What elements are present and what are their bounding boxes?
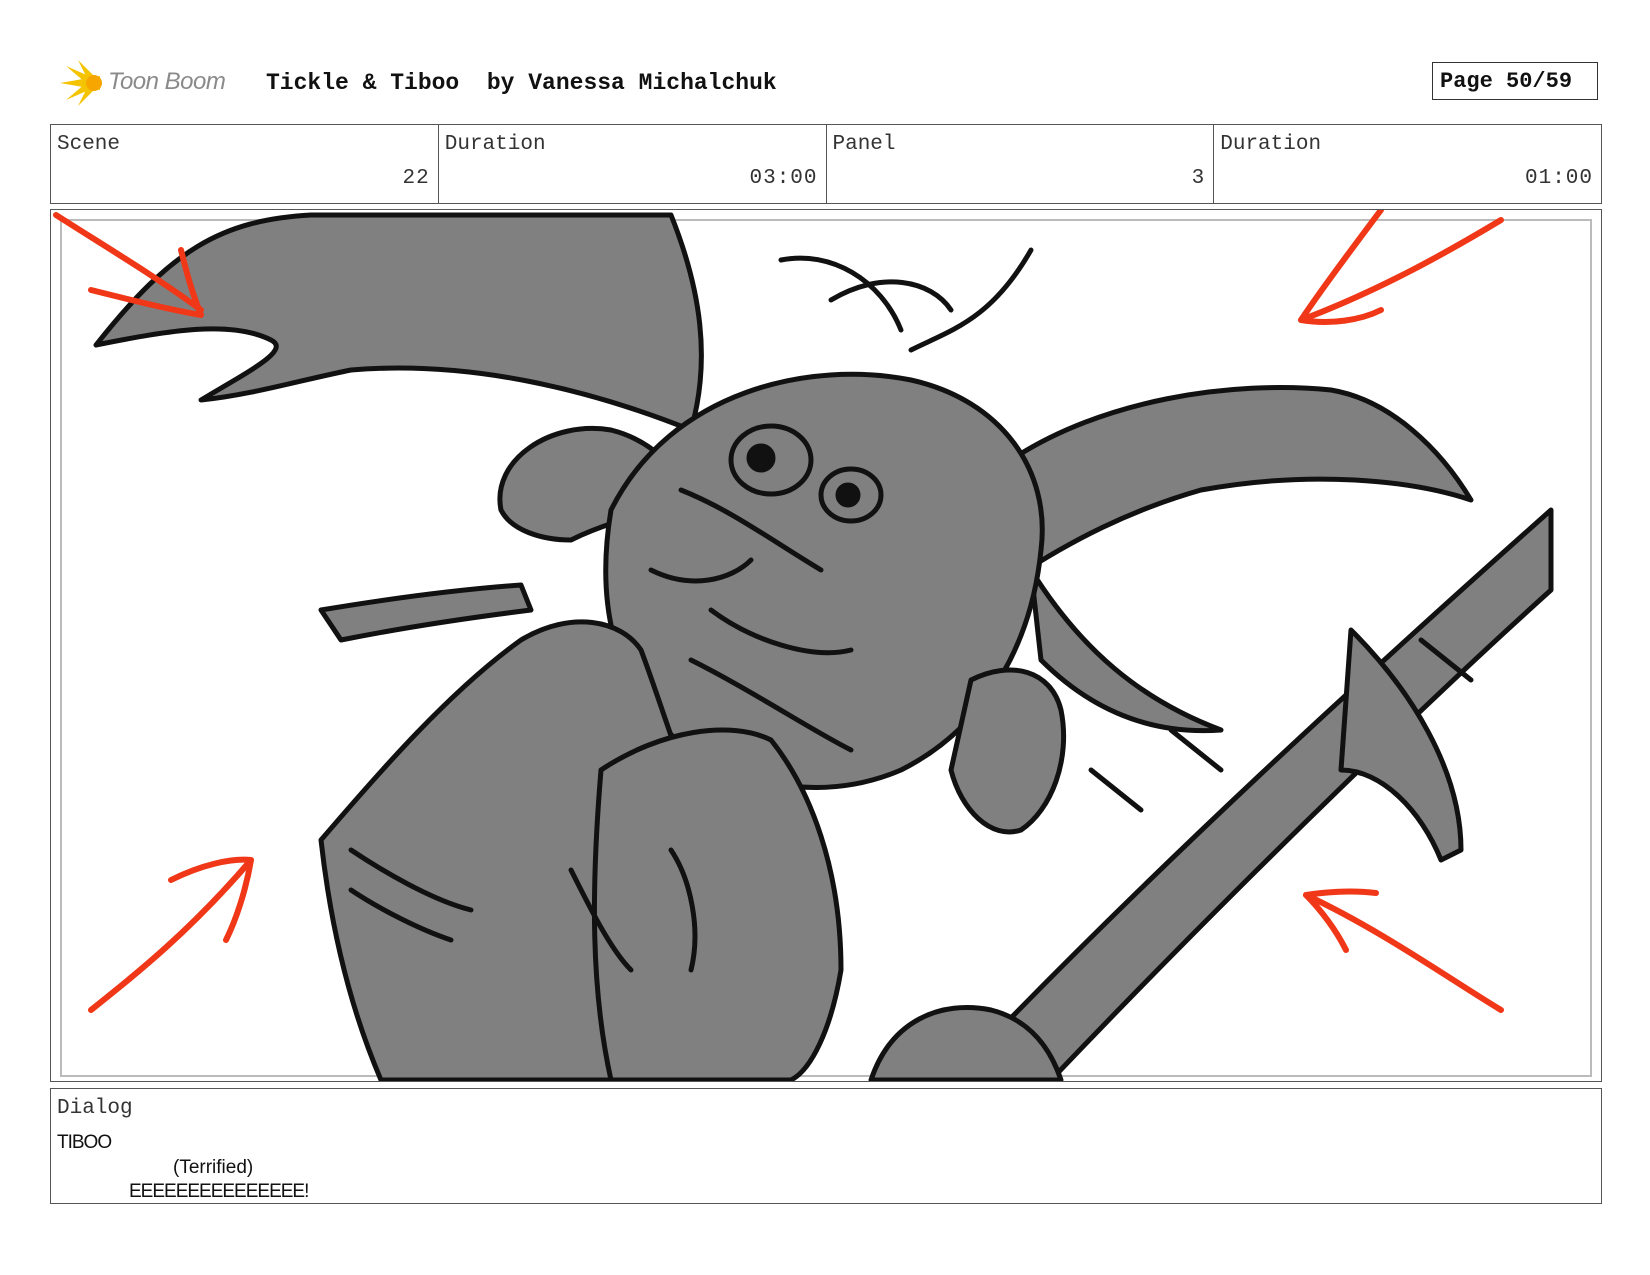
- page-number: Page 50/59: [1440, 69, 1573, 94]
- page-header: Toon Boom Tickle & Tiboo by Vanessa Mich…: [52, 58, 1602, 108]
- panel-duration-label: Duration: [1220, 133, 1322, 156]
- panel-label: Panel: [832, 133, 896, 156]
- scene-duration-cell: Duration 03:00: [439, 125, 827, 203]
- burst-icon: [60, 60, 102, 106]
- dialog-parenthetical: (Terrified): [173, 1157, 254, 1178]
- dialog-line: EEEEEEEEEEEEEEE!: [129, 1181, 309, 1202]
- dialog-character: TIBOO: [57, 1132, 112, 1153]
- page-indicator: Page 50/59: [1432, 62, 1598, 100]
- scene-duration-value: 03:00: [749, 167, 818, 190]
- panel-cell: Panel 3: [827, 125, 1215, 203]
- panel-duration-cell: Duration 01:00: [1214, 125, 1601, 203]
- panel-duration-value: 01:00: [1524, 167, 1593, 190]
- scene-cell: Scene 22: [51, 125, 439, 203]
- scene-duration-label: Duration: [444, 133, 546, 156]
- dialog-box: Dialog TIBOO (Terrified) EEEEEEEEEEEEEEE…: [50, 1088, 1602, 1204]
- scene-label: Scene: [57, 133, 121, 156]
- storyboard-title: Tickle & Tiboo by Vanessa Michalchuk: [266, 70, 777, 96]
- storyboard-panel: [50, 209, 1602, 1082]
- character-sketch: [93, 212, 1554, 1081]
- scene-value: 22: [402, 167, 430, 190]
- logo-text: Toon Boom: [108, 68, 226, 95]
- arrow-bottom-right: [1303, 892, 1504, 1013]
- scene-info-row: Scene 22 Duration 03:00 Panel 3 Duration…: [50, 124, 1602, 204]
- toon-boom-logo: Toon Boom: [52, 58, 252, 108]
- sketch-drawing: [53, 210, 1592, 1081]
- panel-value: 3: [1191, 167, 1206, 190]
- dialog-label: Dialog: [57, 1097, 133, 1120]
